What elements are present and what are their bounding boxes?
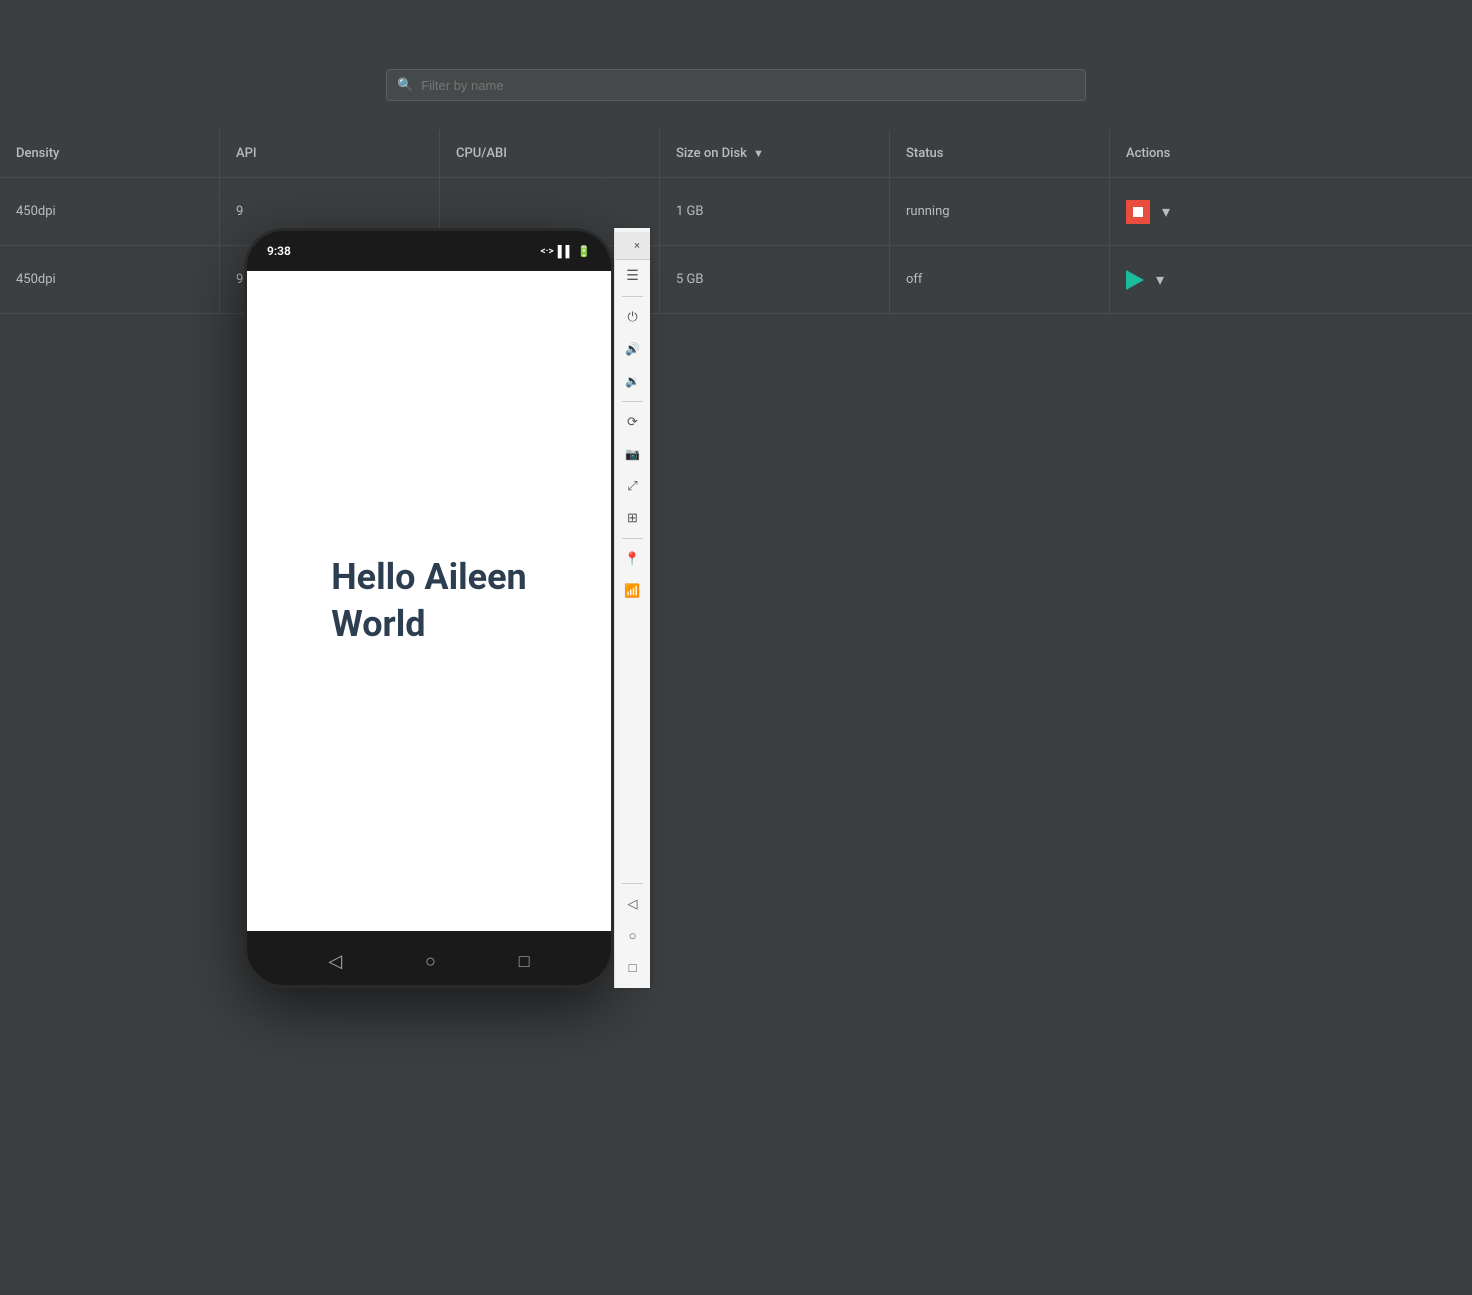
- resize-icon[interactable]: ⤢: [617, 470, 649, 502]
- col-header-api: API: [220, 130, 440, 177]
- cell-status-2: off: [890, 246, 1110, 313]
- phone-screen[interactable]: Hello Aileen World: [247, 271, 611, 931]
- stop-icon: [1133, 207, 1143, 217]
- avd-table: Density API CPU/ABI Size on Disk ▼ Statu…: [0, 130, 1472, 314]
- nav-back-icon[interactable]: ◁: [617, 888, 649, 920]
- divider-4: [622, 883, 643, 884]
- phone-time: 9:38: [267, 244, 291, 258]
- stop-button[interactable]: [1126, 200, 1150, 224]
- cell-status-1: running: [890, 178, 1110, 245]
- actions-chevron-1[interactable]: ▾: [1158, 198, 1174, 226]
- cell-density-1: 450dpi: [0, 178, 220, 245]
- table-row: 450dpi 9 5 GB off ▾: [0, 246, 1472, 314]
- cell-size-1: 1 GB: [660, 178, 890, 245]
- battery-icon: 🔋: [577, 245, 591, 258]
- cell-density-2: 450dpi: [0, 246, 220, 313]
- divider-2: [622, 401, 643, 402]
- col-header-size[interactable]: Size on Disk ▼: [660, 130, 890, 177]
- screenshot-icon[interactable]: 📷: [617, 438, 649, 470]
- play-button[interactable]: [1126, 270, 1144, 290]
- volume-down-icon[interactable]: 🔉: [617, 365, 649, 397]
- wifi-icon[interactable]: 📶: [617, 575, 649, 607]
- cell-actions-2: ▾: [1110, 246, 1472, 313]
- controls-top-bar: ×: [615, 232, 650, 260]
- close-icon[interactable]: ×: [630, 239, 644, 253]
- emulator-overlay: 9:38 <·> ▌▌ 🔋 Hello Aileen World ◁ ○ □ ×: [244, 228, 650, 988]
- nav-recents-icon[interactable]: □: [617, 952, 649, 984]
- volume-up-icon[interactable]: 🔊: [617, 333, 649, 365]
- power-icon[interactable]: ⏻: [617, 301, 649, 333]
- table-header: Density API CPU/ABI Size on Disk ▼ Statu…: [0, 130, 1472, 178]
- col-header-density: Density: [0, 130, 220, 177]
- recents-nav-icon[interactable]: □: [519, 951, 530, 972]
- rotate-icon[interactable]: ⟳: [617, 406, 649, 438]
- nav-home-icon[interactable]: ○: [617, 920, 649, 952]
- cell-size-2: 5 GB: [660, 246, 890, 313]
- phone-device: 9:38 <·> ▌▌ 🔋 Hello Aileen World ◁ ○ □: [244, 228, 614, 988]
- search-container: 🔍: [386, 69, 1086, 101]
- top-bar: 🔍: [0, 0, 1472, 130]
- search-icon: 🔍: [397, 78, 413, 93]
- code-icon: <·>: [541, 246, 554, 257]
- col-header-cpu-abi: CPU/ABI: [440, 130, 660, 177]
- home-nav-icon[interactable]: ○: [425, 951, 436, 972]
- cell-actions-1: ▾: [1110, 178, 1472, 245]
- menu-icon[interactable]: ☰: [617, 260, 649, 292]
- divider-1: [622, 296, 643, 297]
- location-icon[interactable]: 📍: [617, 543, 649, 575]
- col-header-status: Status: [890, 130, 1110, 177]
- app-content: Hello Aileen World: [311, 534, 547, 668]
- search-input[interactable]: [421, 78, 1075, 93]
- back-nav-icon[interactable]: ◁: [328, 951, 342, 972]
- actions-chevron-2[interactable]: ▾: [1152, 266, 1168, 294]
- phone-status-bar: 9:38 <·> ▌▌ 🔋: [247, 231, 611, 271]
- fold-icon[interactable]: ⊞: [617, 502, 649, 534]
- sort-arrow-icon: ▼: [753, 147, 764, 160]
- divider-3: [622, 538, 643, 539]
- status-icons: <·> ▌▌ 🔋: [541, 245, 592, 258]
- signal-icon: ▌▌: [558, 245, 574, 258]
- phone-nav-bar: ◁ ○ □: [247, 931, 611, 988]
- col-header-actions: Actions: [1110, 130, 1472, 177]
- emulator-sidebar-controls: × ☰ ⏻ 🔊 🔉 ⟳ 📷 ⤢ ⊞ 📍: [614, 228, 650, 988]
- table-row: 450dpi 9 1 GB running ▾: [0, 178, 1472, 246]
